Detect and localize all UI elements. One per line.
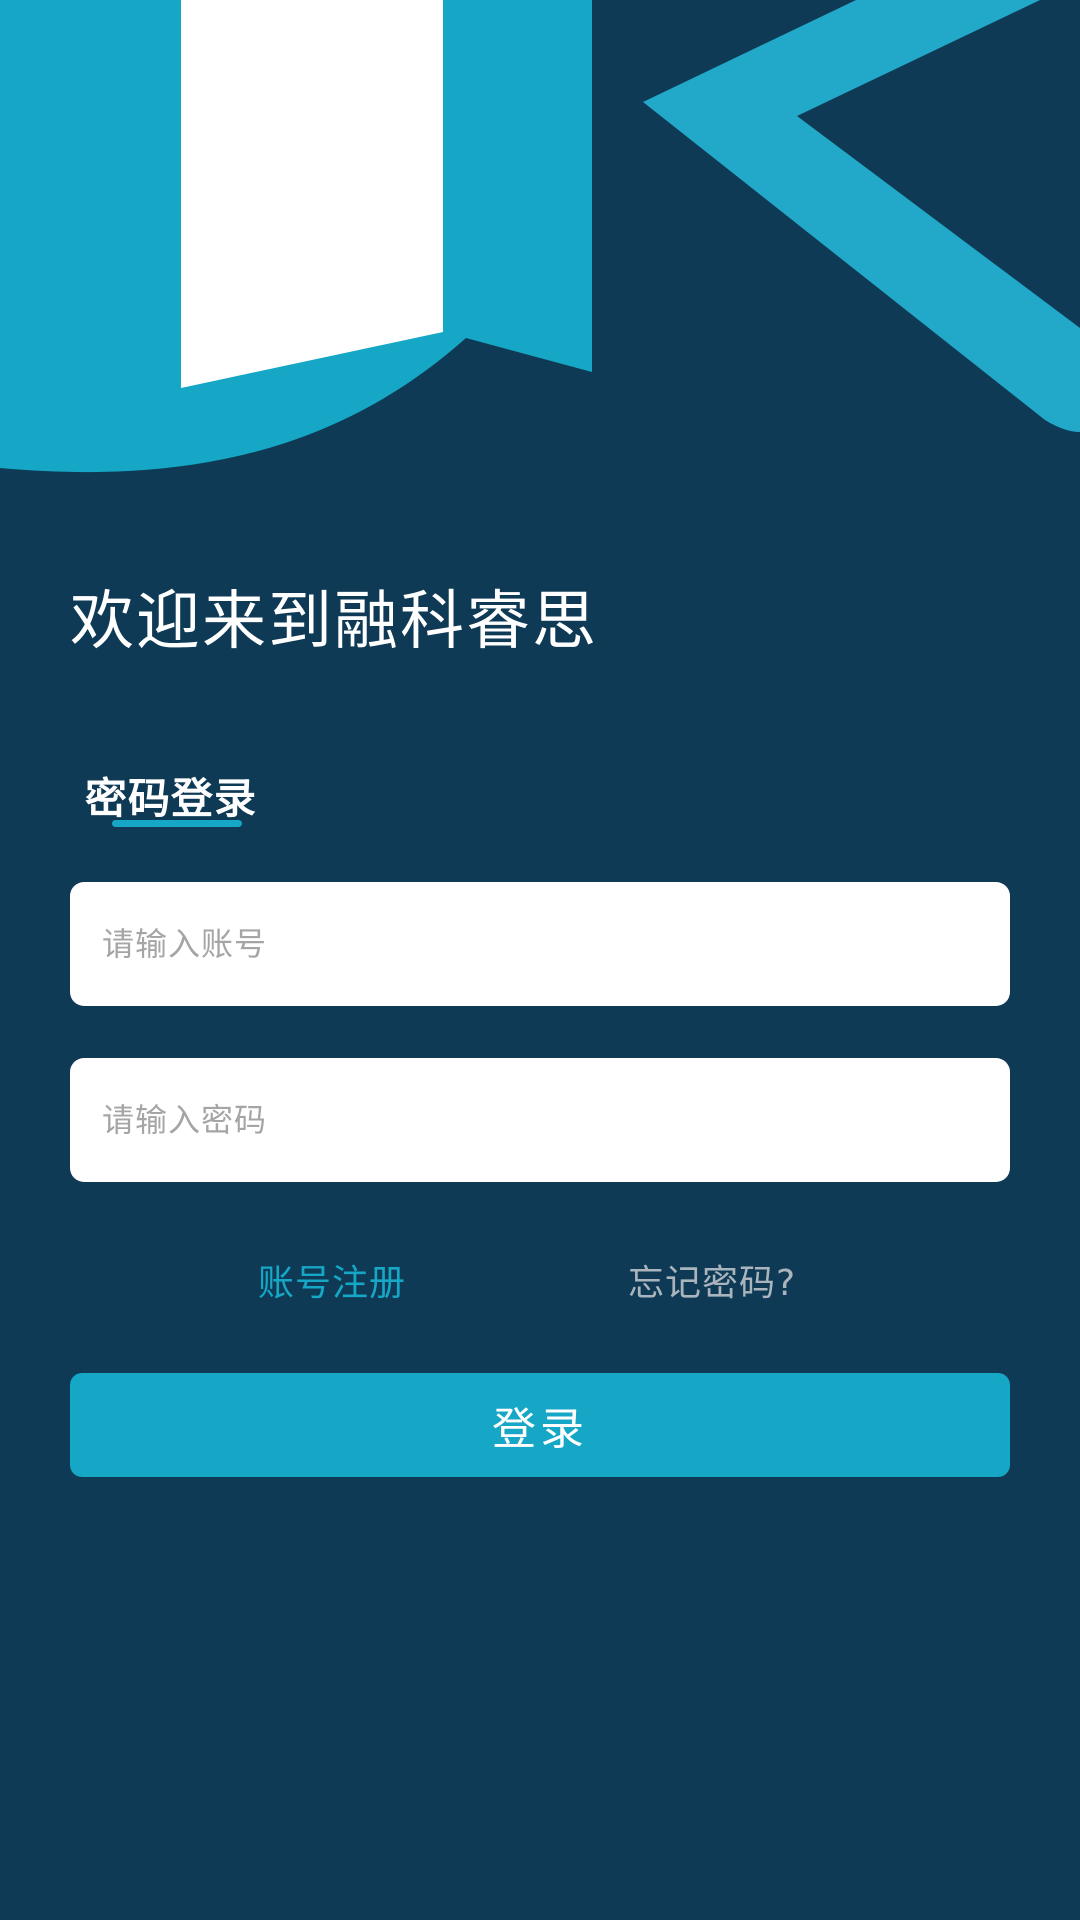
active-tab-indicator — [112, 820, 242, 827]
account-field[interactable] — [70, 882, 1010, 1006]
login-screen: 欢迎来到融科睿思 密码登录 账号注册 忘记密码? 登录 — [0, 0, 1080, 1920]
forgot-password-link[interactable]: 忘记密码? — [628, 1254, 796, 1306]
login-button[interactable]: 登录 — [70, 1373, 1010, 1477]
password-input[interactable] — [100, 1100, 980, 1140]
hero-chevron-shape — [643, 0, 1080, 432]
hero-white-banner — [181, 0, 443, 388]
brand-graphic — [0, 0, 1080, 473]
tab-password-login[interactable]: 密码登录 — [85, 765, 257, 826]
password-field[interactable] — [70, 1058, 1010, 1182]
welcome-title: 欢迎来到融科睿思 — [70, 585, 598, 659]
account-input[interactable] — [100, 924, 980, 964]
register-link[interactable]: 账号注册 — [258, 1254, 406, 1306]
